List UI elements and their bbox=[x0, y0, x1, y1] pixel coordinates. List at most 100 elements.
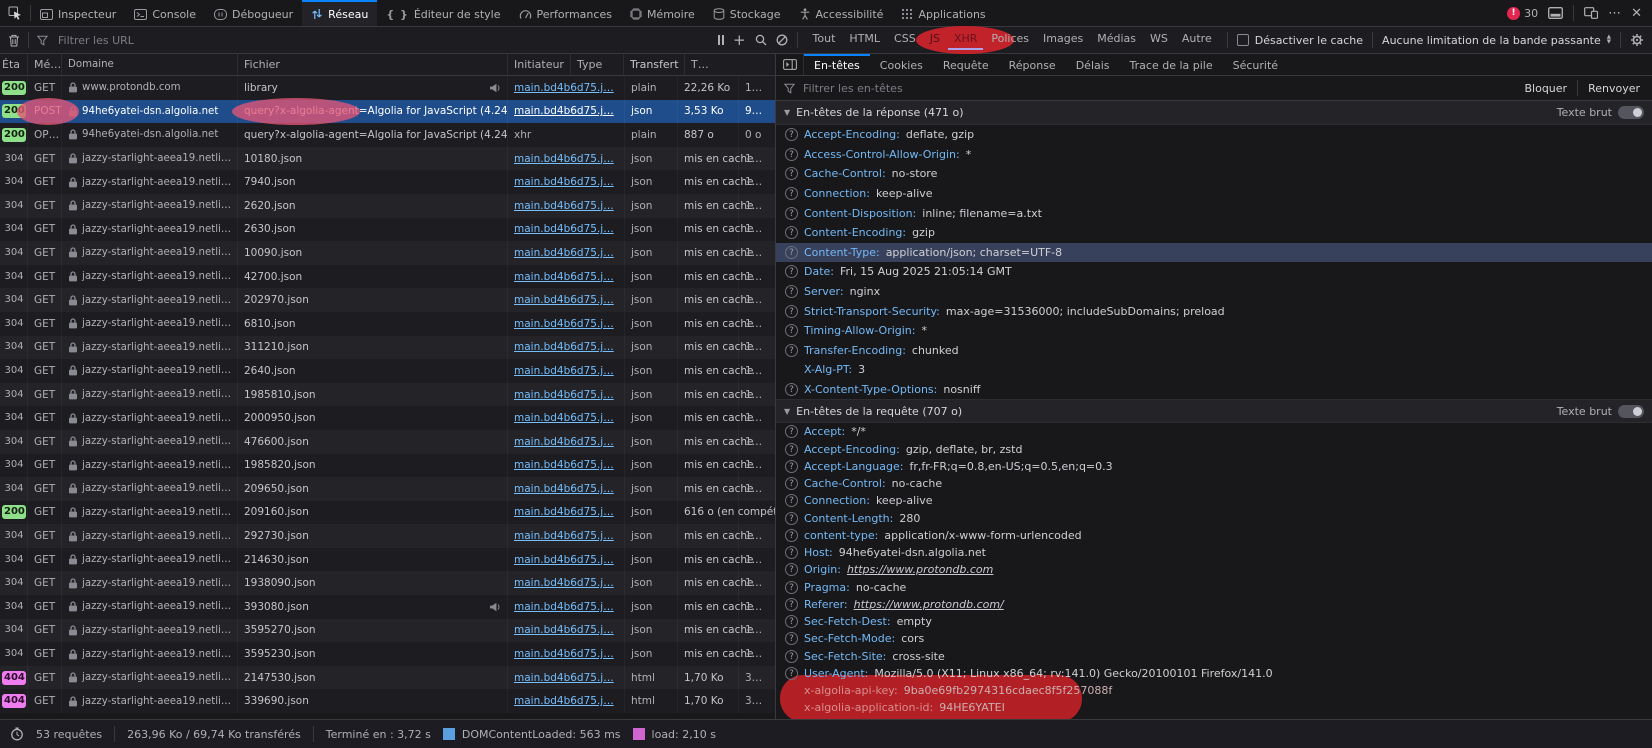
help-question-icon[interactable]: ? bbox=[785, 226, 798, 239]
header-row[interactable]: ?Timing-Allow-Origin:* bbox=[776, 321, 1652, 341]
filter-type-polices[interactable]: Polices bbox=[985, 30, 1035, 50]
help-question-icon[interactable]: ? bbox=[785, 344, 798, 357]
header-row[interactable]: ?X-Content-Type-Options:nosniff bbox=[776, 380, 1652, 400]
initiator-link[interactable]: main.bd4b6d75.j… bbox=[514, 200, 614, 212]
initiator-link[interactable]: main.bd4b6d75.j… bbox=[514, 82, 614, 94]
header-row[interactable]: ?Sec-Fetch-Site:cross-site bbox=[776, 648, 1652, 665]
performance-analysis-button[interactable] bbox=[10, 727, 24, 741]
header-row[interactable]: ?Pragma:no-cache bbox=[776, 579, 1652, 596]
initiator-link[interactable]: main.bd4b6d75.j… bbox=[514, 506, 614, 518]
request-row[interactable]: 304GETjazzy-starlight-aeea19.netli…19858… bbox=[0, 454, 775, 478]
help-question-icon[interactable]: ? bbox=[785, 615, 798, 628]
column-header-method[interactable]: Mé… bbox=[28, 54, 62, 75]
header-row[interactable]: ?Accept:*/* bbox=[776, 423, 1652, 440]
help-question-icon[interactable]: ? bbox=[785, 207, 798, 220]
request-row[interactable]: 304GETjazzy-starlight-aeea19.netli…31121… bbox=[0, 336, 775, 360]
request-row[interactable]: 304GETjazzy-starlight-aeea19.netli…10180… bbox=[0, 147, 775, 171]
header-row[interactable]: x-algolia-api-key:9ba0e69fb2974316cdaec8… bbox=[776, 682, 1652, 699]
help-question-icon[interactable]: ? bbox=[785, 546, 798, 559]
request-row[interactable]: 304GETjazzy-starlight-aeea19.netli…2630.… bbox=[0, 218, 775, 242]
help-question-icon[interactable]: ? bbox=[785, 148, 798, 161]
detail-tab-requ-te[interactable]: Requête bbox=[933, 54, 999, 75]
help-question-icon[interactable]: ? bbox=[785, 265, 798, 278]
clear-requests-button[interactable] bbox=[8, 34, 20, 47]
header-row[interactable]: ?Content-Disposition:inline; filename=a.… bbox=[776, 203, 1652, 223]
header-row[interactable]: ?Host:94he6yatei-dsn.algolia.net bbox=[776, 544, 1652, 561]
request-row[interactable]: 304GETjazzy-starlight-aeea19.netli…2620.… bbox=[0, 194, 775, 218]
help-question-icon[interactable]: ? bbox=[785, 512, 798, 525]
request-row[interactable]: 304GETjazzy-starlight-aeea19.netli…35952… bbox=[0, 642, 775, 666]
tab-stockage[interactable]: Stockage bbox=[704, 0, 790, 26]
initiator-link[interactable]: main.bd4b6d75.j… bbox=[514, 412, 614, 424]
responsive-design-mode-button[interactable] bbox=[1584, 7, 1598, 19]
help-question-icon[interactable]: ? bbox=[785, 667, 798, 680]
header-row[interactable]: ?Date:Fri, 15 Aug 2025 21:05:14 GMT bbox=[776, 262, 1652, 282]
initiator-link[interactable]: main.bd4b6d75.j… bbox=[514, 577, 614, 589]
header-row[interactable]: ?Accept-Language:fr,fr-FR;q=0.8,en-US;q=… bbox=[776, 458, 1652, 475]
header-row[interactable]: ?Sec-Fetch-Mode:cors bbox=[776, 630, 1652, 647]
request-row[interactable]: 200OP…94he6yatei-dsn.algolia.netquery?x-… bbox=[0, 123, 775, 147]
filter-type-html[interactable]: HTML bbox=[843, 30, 886, 50]
tab-inspecteur[interactable]: Inspecteur bbox=[31, 0, 125, 26]
header-row[interactable]: ?Accept-Encoding:gzip, deflate, br, zstd bbox=[776, 441, 1652, 458]
request-row[interactable]: 304GETjazzy-starlight-aeea19.netli…19380… bbox=[0, 571, 775, 595]
help-question-icon[interactable]: ? bbox=[785, 187, 798, 200]
header-value-link[interactable]: https://www.protondb.com/ bbox=[854, 598, 1004, 611]
header-row[interactable]: ?Transfer-Encoding:chunked bbox=[776, 341, 1652, 361]
initiator-link[interactable]: main.bd4b6d75.j… bbox=[514, 271, 614, 283]
request-row[interactable]: 404GETjazzy-starlight-aeea19.netli…21475… bbox=[0, 666, 775, 690]
detail-tab-d-lais[interactable]: Délais bbox=[1066, 54, 1120, 75]
help-question-icon[interactable]: ? bbox=[785, 529, 798, 542]
raw-text-toggle[interactable] bbox=[1618, 106, 1644, 119]
initiator-link[interactable]: main.bd4b6d75.j… bbox=[514, 601, 614, 613]
pause-traffic-icon[interactable] bbox=[718, 35, 724, 45]
tab-console[interactable]: Console bbox=[125, 0, 205, 26]
header-row[interactable]: ?Sec-Fetch-Dest:empty bbox=[776, 613, 1652, 630]
initiator-link[interactable]: main.bd4b6d75.j… bbox=[514, 554, 614, 566]
tab-accessibilit-[interactable]: Accessibilité bbox=[790, 0, 893, 26]
column-header-status[interactable]: Éta bbox=[0, 54, 28, 75]
header-row[interactable]: ?Origin:https://www.protondb.com bbox=[776, 561, 1652, 578]
initiator-link[interactable]: main.bd4b6d75.j… bbox=[514, 436, 614, 448]
tab-r-seau[interactable]: Réseau bbox=[302, 0, 377, 26]
help-question-icon[interactable]: ? bbox=[785, 650, 798, 663]
initiator-link[interactable]: main.bd4b6d75.j… bbox=[514, 483, 614, 495]
request-row[interactable]: 304GETjazzy-starlight-aeea19.netli…6810.… bbox=[0, 312, 775, 336]
help-question-icon[interactable]: ? bbox=[785, 285, 798, 298]
resend-request-button[interactable]: Renvoyer bbox=[1584, 82, 1644, 95]
disable-cache-checkbox[interactable]: Désactiver le cache bbox=[1237, 34, 1363, 47]
request-row[interactable]: 304GETjazzy-starlight-aeea19.netli…29273… bbox=[0, 524, 775, 548]
request-row[interactable]: 304GETjazzy-starlight-aeea19.netli…7940.… bbox=[0, 170, 775, 194]
detail-tab-trace-de-la-pile[interactable]: Trace de la pile bbox=[1120, 54, 1223, 75]
header-row[interactable]: ?Content-Encoding:gzip bbox=[776, 223, 1652, 243]
section-header[interactable]: ▼En-têtes de la requête (707 o)Texte bru… bbox=[776, 399, 1652, 423]
url-filter-input[interactable] bbox=[56, 33, 710, 48]
header-row[interactable]: ?Connection:keep-alive bbox=[776, 184, 1652, 204]
header-row[interactable]: X-Alg-PT:3 bbox=[776, 360, 1652, 380]
detail-tab-en-t-tes[interactable]: En-têtes bbox=[804, 54, 870, 75]
initiator-link[interactable]: main.bd4b6d75.j… bbox=[514, 365, 614, 377]
header-row[interactable]: ?content-type:application/x-www-form-url… bbox=[776, 527, 1652, 544]
help-question-icon[interactable]: ? bbox=[785, 246, 798, 259]
help-question-icon[interactable]: ? bbox=[785, 167, 798, 180]
column-header-initiator[interactable]: Initiateur bbox=[508, 54, 571, 75]
request-row[interactable]: 304GETjazzy-starlight-aeea19.netli…20009… bbox=[0, 406, 775, 430]
detail-tab-r-ponse[interactable]: Réponse bbox=[999, 54, 1066, 75]
initiator-link[interactable]: main.bd4b6d75.j… bbox=[514, 294, 614, 306]
header-row[interactable]: ?Cache-Control:no-cache bbox=[776, 475, 1652, 492]
detail-tab-cookies[interactable]: Cookies bbox=[870, 54, 933, 75]
initiator-link[interactable]: main.bd4b6d75.j… bbox=[514, 672, 614, 684]
initiator-link[interactable]: main.bd4b6d75.j… bbox=[514, 318, 614, 330]
initiator-link[interactable]: main.bd4b6d75.j… bbox=[514, 389, 614, 401]
help-question-icon[interactable]: ? bbox=[785, 494, 798, 507]
tab--diteur-de-style[interactable]: { }Éditeur de style bbox=[377, 0, 509, 26]
header-row[interactable]: x-algolia-application-id:94HE6YATEI bbox=[776, 699, 1652, 716]
request-row[interactable]: 304GETjazzy-starlight-aeea19.netli…19858… bbox=[0, 383, 775, 407]
element-picker-button[interactable] bbox=[0, 0, 30, 26]
header-row[interactable]: ?Cache-Control:no-store bbox=[776, 164, 1652, 184]
header-row[interactable]: ?Content-Type:application/json; charset=… bbox=[776, 243, 1652, 263]
header-row[interactable]: ?User-Agent:Mozilla/5.0 (X11; Linux x86_… bbox=[776, 665, 1652, 682]
initiator-link[interactable]: main.bd4b6d75.j… bbox=[514, 624, 614, 636]
request-row[interactable]: 304GETjazzy-starlight-aeea19.netli…20965… bbox=[0, 477, 775, 501]
header-row[interactable]: ?Access-Control-Allow-Origin:* bbox=[776, 145, 1652, 165]
